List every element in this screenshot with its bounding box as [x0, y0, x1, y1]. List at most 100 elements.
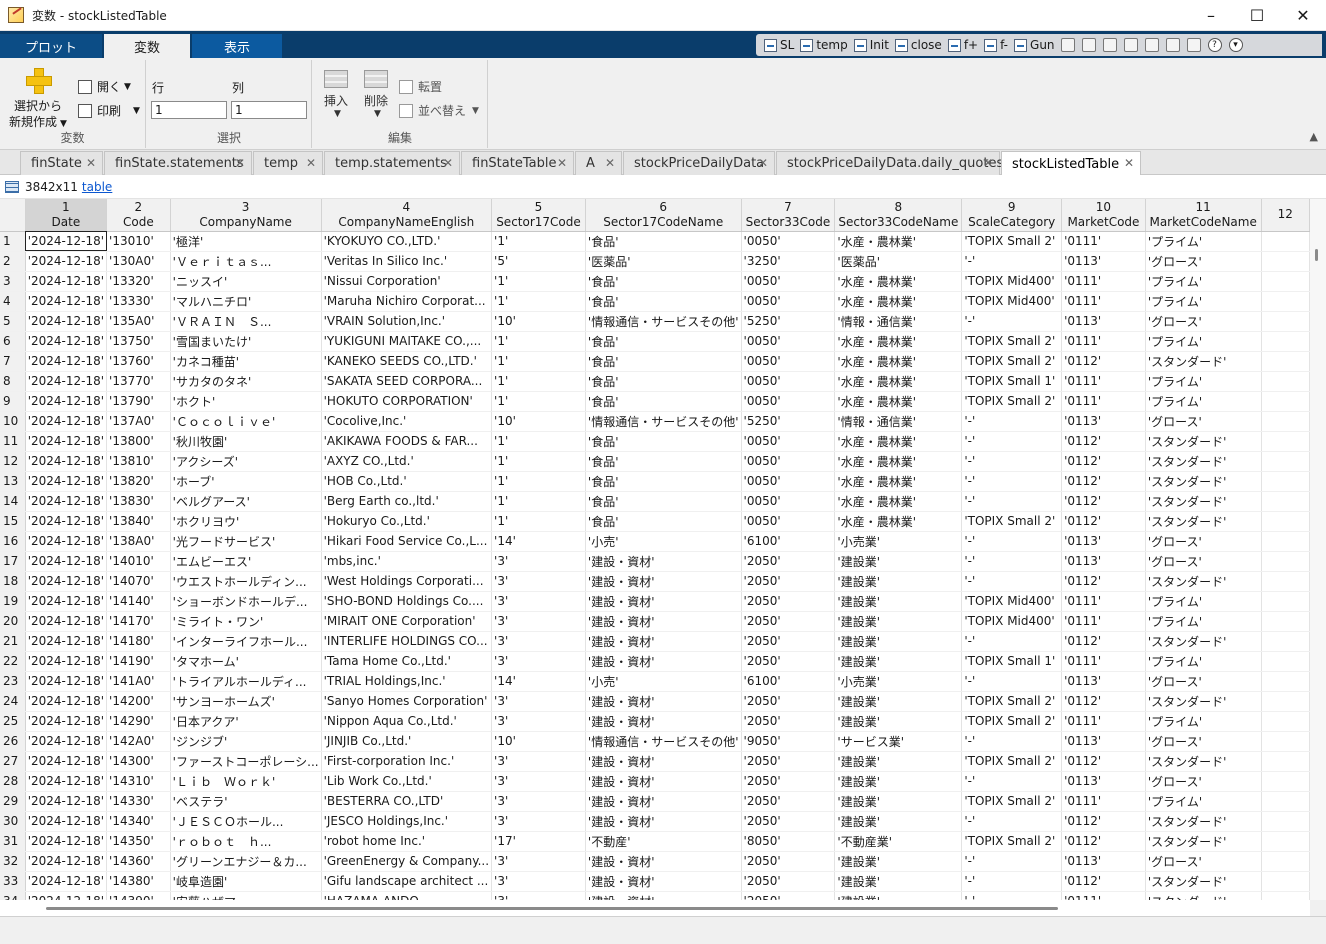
table-cell[interactable]: '2024-12-18' [25, 791, 108, 812]
column-header[interactable]: 1 Date [25, 199, 108, 232]
table-cell[interactable]: 'エムビーエス' [170, 551, 322, 572]
table-cell[interactable]: '情報通信・サービスその他' [585, 311, 742, 332]
table-cell[interactable]: '14' [491, 671, 586, 692]
table-cell[interactable]: '0112' [1061, 511, 1146, 532]
table-cell[interactable]: '2024-12-18' [25, 411, 108, 432]
table-cell[interactable]: '-' [961, 311, 1063, 332]
table-cell[interactable]: '14200' [106, 691, 171, 712]
table-cell[interactable]: 'プライム' [1145, 711, 1262, 732]
delete-button[interactable]: 削除 ▼ [359, 70, 393, 119]
table-cell[interactable]: '1' [491, 371, 586, 392]
table-cell[interactable]: '建設業' [834, 691, 963, 712]
table-cell[interactable]: '2050' [741, 751, 836, 772]
tab-plot[interactable]: プロット [0, 34, 102, 58]
table-cell[interactable]: '2024-12-18' [25, 871, 108, 892]
table-cell[interactable]: '2024-12-18' [25, 291, 108, 312]
table-cell[interactable]: '-' [961, 491, 1063, 512]
row-number[interactable]: 6 [0, 331, 26, 352]
doc-tab-stockpricedailydata[interactable]: stockPriceDailyData ✕ [623, 151, 775, 175]
new-from-selection-button[interactable]: 選択から 新規作成 ▼ [8, 68, 68, 132]
table-cell-empty[interactable] [1261, 891, 1310, 900]
table-cell[interactable]: '2024-12-18' [25, 351, 108, 372]
table-cell[interactable]: '建設業' [834, 631, 963, 652]
table-cell[interactable]: '2024-12-18' [25, 331, 108, 352]
table-cell[interactable]: '建設・資材' [585, 791, 742, 812]
shortcut-f-minus[interactable]: f- [984, 38, 1008, 52]
table-cell[interactable]: '14' [491, 531, 586, 552]
table-cell[interactable]: '13760' [106, 351, 171, 372]
table-cell[interactable]: '水産・農林業' [834, 471, 963, 492]
row-number[interactable]: 7 [0, 351, 26, 372]
table-cell[interactable]: '水産・農林業' [834, 451, 963, 472]
table-cell[interactable]: '小売業' [834, 671, 963, 692]
table-cell[interactable]: '0112' [1061, 451, 1146, 472]
table-cell[interactable]: '14140' [106, 591, 171, 612]
table-cell[interactable]: '小売' [585, 671, 742, 692]
table-cell[interactable]: '14360' [106, 851, 171, 872]
table-cell[interactable]: '6100' [741, 671, 836, 692]
table-cell[interactable]: '日本アクア' [170, 711, 322, 732]
switch-windows-icon[interactable] [1186, 38, 1201, 52]
table-cell[interactable]: '3' [491, 631, 586, 652]
shortcut-sl[interactable]: SL [764, 38, 794, 52]
table-cell[interactable]: '5' [491, 251, 586, 272]
print-button[interactable]: 印刷 ▼ [78, 102, 140, 119]
table-cell[interactable]: '建設・資材' [585, 771, 742, 792]
row-number[interactable]: 14 [0, 491, 26, 512]
table-cell[interactable]: '10' [491, 311, 586, 332]
table-cell[interactable]: '5250' [741, 311, 836, 332]
table-cell[interactable]: 'Nissui Corporation' [321, 271, 493, 292]
table-cell[interactable]: 'グロース' [1145, 311, 1262, 332]
close-tab-icon[interactable]: ✕ [443, 156, 453, 170]
table-cell[interactable]: '2024-12-18' [25, 311, 108, 332]
table-cell[interactable]: '8050' [741, 831, 836, 852]
table-cell[interactable]: '2050' [741, 771, 836, 792]
table-cell[interactable]: '2024-12-18' [25, 451, 108, 472]
table-cell[interactable]: '2024-12-18' [25, 271, 108, 292]
doc-tab-finstate-statements[interactable]: finState.statements ✕ [104, 151, 252, 175]
table-cell[interactable]: 'Cocolive,Inc.' [321, 411, 493, 432]
maximize-button[interactable]: ☐ [1234, 0, 1280, 31]
table-cell[interactable]: '3' [491, 811, 586, 832]
table-cell[interactable]: '建設・資材' [585, 891, 742, 900]
row-number[interactable]: 11 [0, 431, 26, 452]
table-cell-empty[interactable] [1261, 591, 1310, 612]
table-cell[interactable]: 'スタンダード' [1145, 491, 1262, 512]
table-cell[interactable]: '建設業' [834, 871, 963, 892]
table-cell[interactable]: '2024-12-18' [25, 571, 108, 592]
table-cell[interactable]: '水産・農林業' [834, 271, 963, 292]
chevron-down-icon[interactable]: ▾ [1228, 38, 1243, 52]
table-cell[interactable]: 'ベステラ' [170, 791, 322, 812]
table-cell[interactable]: '0050' [741, 471, 836, 492]
table-cell-empty[interactable] [1261, 791, 1310, 812]
table-cell[interactable]: '142A0' [106, 731, 171, 752]
table-cell-empty[interactable] [1261, 671, 1310, 692]
column-header[interactable]: 8 Sector33CodeName [834, 199, 963, 232]
row-number[interactable]: 32 [0, 851, 26, 872]
table-cell[interactable]: '-' [961, 571, 1063, 592]
shortcut-gun[interactable]: Gun [1014, 38, 1055, 52]
table-cell[interactable]: '2024-12-18' [25, 731, 108, 752]
table-cell[interactable]: '14350' [106, 831, 171, 852]
table-cell[interactable]: 'スタンダード' [1145, 431, 1262, 452]
table-cell[interactable]: '2024-12-18' [25, 671, 108, 692]
table-cell[interactable]: 'AXYZ CO.,Ltd.' [321, 451, 493, 472]
table-cell[interactable]: '0113' [1061, 771, 1146, 792]
copy-icon[interactable] [1102, 38, 1117, 52]
transpose-button[interactable]: 転置 [399, 78, 442, 95]
table-cell[interactable]: '建設・資材' [585, 691, 742, 712]
table-cell[interactable]: '13320' [106, 271, 171, 292]
table-cell[interactable]: '2024-12-18' [25, 831, 108, 852]
vertical-scrollbar[interactable] [1310, 199, 1326, 900]
row-number[interactable]: 19 [0, 591, 26, 612]
insert-button[interactable]: 挿入 ▼ [319, 70, 353, 119]
table-cell[interactable]: 'Veritas In Silico Inc.' [321, 251, 493, 272]
table-cell[interactable]: '0113' [1061, 251, 1146, 272]
table-cell[interactable]: '食品' [585, 511, 742, 532]
table-cell[interactable]: '安藤ハザマ... [170, 891, 322, 900]
table-cell[interactable]: '雪国まいたけ' [170, 331, 322, 352]
table-cell[interactable]: 'TOPIX Small 2' [961, 791, 1063, 812]
table-cell[interactable]: '17' [491, 831, 586, 852]
table-cell[interactable]: '0111' [1061, 291, 1146, 312]
table-cell[interactable]: '2024-12-18' [25, 631, 108, 652]
